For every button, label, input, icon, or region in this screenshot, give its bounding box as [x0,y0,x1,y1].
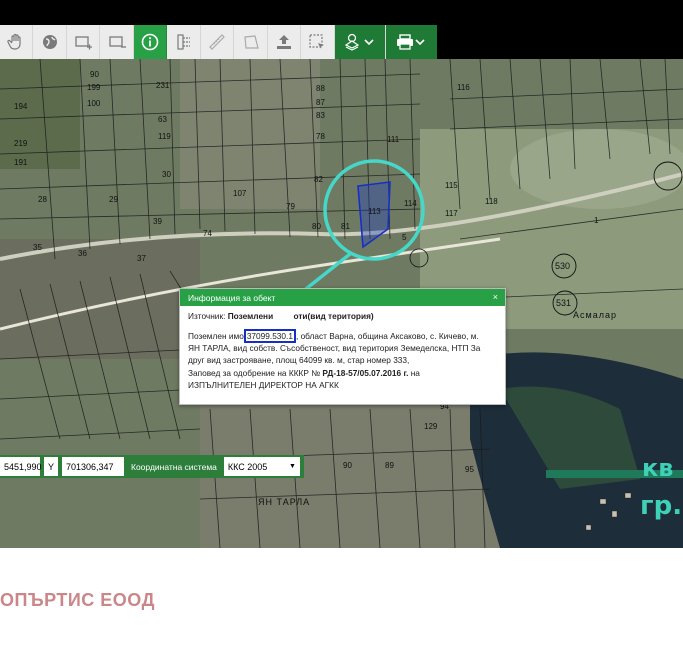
plot-label: 83 [316,111,325,120]
district-overlay-text: кв [642,454,674,482]
plot-label: 231 [156,81,170,90]
plot-label: 63 [158,115,167,124]
plot-label: 117 [445,209,458,218]
hand-icon [7,33,21,50]
chevron-down-icon: ▼ [288,463,296,470]
plot-label: 1 [594,216,599,225]
source-label: Източник: [188,311,226,321]
plot-label: 78 [316,132,325,141]
plot-label: 95 [465,465,474,474]
pan-tool-button[interactable] [0,25,34,59]
toolbar-right-blank [437,25,683,59]
remove-area-icon [108,36,126,48]
coordinate-bar: 5451,990 Y 701306,347 Координатна систем… [0,455,304,478]
plot-label: 194 [14,102,28,111]
popup-title: Информация за обект [188,292,276,303]
order-number: РД-18-57/05.07.2016 г. [322,367,409,378]
upload-button[interactable] [268,25,302,59]
plot-label: 119 [158,132,171,141]
select-area-icon [309,34,325,49]
plot-label: 36 [78,249,87,258]
plot-label: 115 [445,181,458,190]
plot-label: 79 [286,202,295,211]
plot-label: 113 [368,207,381,216]
popup-header: Информация за обект × [180,289,505,306]
plot-label: 90 [343,461,352,470]
plot-details-line2: ЯН ТАРЛА, вид собств. Съсобственост, вид… [188,343,481,354]
plot-label: 116 [457,83,470,92]
plot-label: 114 [404,199,417,208]
source-value: Поземлени оти(вид територия) [227,311,374,321]
plot-text: Поземлен имо [188,331,244,341]
layers-menu-button[interactable] [334,25,386,59]
close-icon[interactable]: × [493,292,498,302]
plot-label: 30 [162,170,171,179]
layers-dropdown-icon [344,33,374,51]
plot-label: 111 [387,135,400,144]
ruler-select-icon [176,34,190,50]
plot-label: 107 [233,189,247,198]
coordinate-system-value: ККС 2005 [227,461,268,472]
plot-label: 89 [385,461,394,470]
plot-label: 90 [90,70,99,79]
map-toolbar [0,25,438,59]
info-button[interactable] [133,25,168,59]
select-area-button[interactable] [301,25,335,59]
plot-label: 37 [137,254,146,263]
plot-label: 74 [203,229,212,238]
plot-label: 35 [33,243,42,252]
top-black-bar [0,0,683,25]
upload-icon [276,35,291,49]
map-view[interactable]: 90 100 231 63 199 88 87 119 194 83 219 1… [0,59,683,548]
town-overlay-text: гр. [640,491,683,521]
plot-details-line5: ИЗПЪЛНИТЕЛЕН ДИРЕКТОР НА АГКК [188,379,339,390]
y-label: Y [44,457,58,476]
plot-label: 80 [312,222,321,231]
plot-label: 530 [555,261,571,271]
plot-label: 28 [38,195,47,204]
plot-label: 87 [316,98,325,107]
measure-distance-button[interactable] [201,25,235,59]
x-coordinate-field[interactable]: 5451,990 [0,457,42,476]
y-coordinate-field[interactable]: 701306,347 [62,457,124,476]
coordinate-system-select[interactable]: ККС 2005 ▼ [223,457,300,476]
print-dropdown-icon [397,34,426,50]
plot-label: 191 [14,158,28,167]
plot-label: 199 [87,83,101,92]
order-text: Заповед за одобрение на КККР № [188,367,323,378]
plot-label: 81 [341,222,350,231]
plot-label: 531 [556,298,572,308]
info-icon [141,33,159,51]
zoom-in-area-button[interactable] [67,25,101,59]
popup-source: Източник: Поземлени оти(вид територия) [180,306,505,321]
popup-body: Поземлен имо 37099.530.1, област Варна, о… [180,321,505,391]
plot-label: 29 [109,195,118,204]
object-info-popup: Информация за обект × Източник: Поземлен… [179,288,506,405]
polygon-icon [243,35,259,49]
plot-label: 118 [485,197,498,206]
globe-icon [42,35,57,49]
add-area-icon [75,36,93,50]
zoom-out-area-button[interactable] [100,25,134,59]
measure-area-button[interactable] [234,25,268,59]
print-menu-button[interactable] [385,25,438,59]
plot-text-tail: , област Варна, община Аксаково, с. Киче… [295,331,479,341]
plot-label: 5 [402,233,407,242]
plot-label: 129 [424,422,438,431]
select-ruler-button[interactable] [167,25,201,59]
plot-details-line3: друг вид застрояване, площ 64099 кв. м, … [188,355,410,366]
company-name: ОПЪРТИС ЕООД [0,590,155,610]
order-text-tail: на [408,367,420,378]
street-label: Асмалар [573,310,617,320]
plot-label: 82 [314,175,323,184]
plot-label: 88 [316,84,325,93]
plot-id-highlight[interactable]: 37099.530.1 [243,329,296,343]
district-label: ЯН ТАРЛА [258,497,311,507]
measure-icon [209,34,225,50]
plot-label: 219 [14,139,28,148]
plot-label: 100 [87,99,101,108]
coordinate-system-label: Координатна система [131,461,217,472]
globe-button[interactable] [33,25,67,59]
plot-label: 39 [153,217,162,226]
